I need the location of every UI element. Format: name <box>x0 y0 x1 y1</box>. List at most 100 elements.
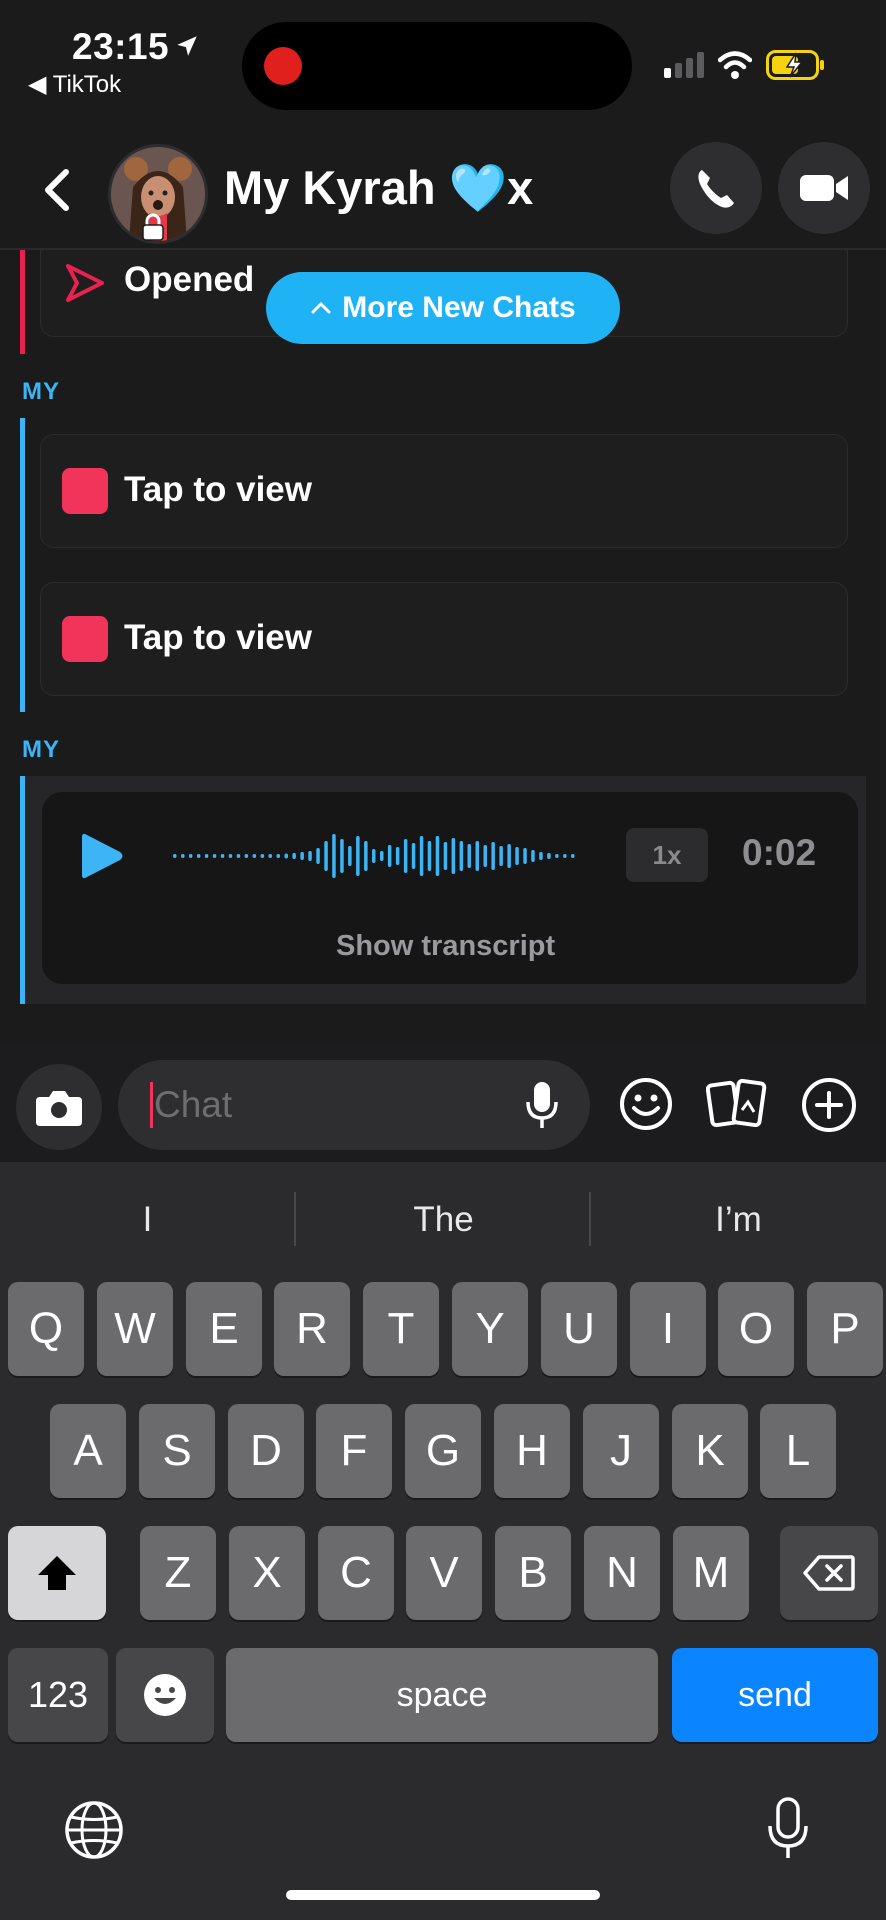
chat-title[interactable]: My Kyrah 🩵x <box>224 160 533 216</box>
key-b[interactable]: B <box>495 1526 571 1620</box>
tap-to-view-label: Tap to view <box>124 470 312 509</box>
waveform-bar <box>403 839 408 873</box>
key-v[interactable]: V <box>406 1526 482 1620</box>
key-j[interactable]: J <box>583 1404 659 1498</box>
key-d[interactable]: D <box>228 1404 304 1498</box>
snap-square-icon <box>62 616 108 662</box>
waveform-bar <box>300 852 304 860</box>
suggestion-3[interactable]: I’m <box>591 1200 886 1240</box>
backspace-icon <box>803 1555 855 1591</box>
key-r[interactable]: R <box>274 1282 350 1376</box>
wifi-icon <box>718 51 752 79</box>
more-new-chats-button[interactable]: More New Chats <box>266 272 620 344</box>
key-x[interactable]: X <box>229 1526 305 1620</box>
waveform-bar <box>475 841 479 871</box>
suggestion-1[interactable]: I <box>0 1200 295 1240</box>
waveform-bar <box>459 841 464 871</box>
key-f[interactable]: F <box>316 1404 392 1498</box>
waveform-bar <box>451 838 456 874</box>
space-key[interactable]: space <box>226 1648 658 1742</box>
waveform-bar <box>228 854 233 858</box>
key-q[interactable]: Q <box>8 1282 84 1376</box>
waveform-bar <box>499 846 503 866</box>
shift-key[interactable] <box>8 1526 106 1620</box>
video-camera-icon <box>800 175 848 201</box>
emoji-key[interactable] <box>116 1648 214 1742</box>
key-z[interactable]: Z <box>140 1526 216 1620</box>
voice-call-button[interactable] <box>670 142 762 234</box>
key-i[interactable]: I <box>630 1282 706 1376</box>
status-time: 23:15 <box>72 26 170 67</box>
key-w[interactable]: W <box>97 1282 173 1376</box>
chevron-up-icon <box>311 301 331 314</box>
my-messages-bar <box>20 418 25 712</box>
key-p[interactable]: P <box>807 1282 883 1376</box>
more-new-chats-label: More New Chats <box>342 291 576 324</box>
waveform-bar <box>491 842 495 870</box>
waveform-bar <box>284 853 288 859</box>
suggestion-2[interactable]: The <box>296 1200 591 1240</box>
opened-arrow-icon <box>66 264 104 302</box>
video-call-button[interactable] <box>778 142 870 234</box>
waveform-bar <box>332 834 336 878</box>
key-u[interactable]: U <box>541 1282 617 1376</box>
emoji-icon <box>144 1674 186 1716</box>
numbers-key[interactable]: 123 <box>8 1648 108 1742</box>
waveform-bar <box>268 854 272 858</box>
waveform-bar <box>188 854 193 858</box>
sender-label: MY <box>22 736 60 763</box>
waveform-bar <box>515 847 519 865</box>
waveform-bar <box>483 845 487 867</box>
waveform-bar <box>292 853 296 859</box>
chat-placeholder: Chat <box>154 1084 233 1125</box>
waveform-bar <box>356 836 360 876</box>
stickers-cards-icon[interactable] <box>706 1076 768 1132</box>
playback-speed-button[interactable]: 1x <box>626 828 708 882</box>
play-icon[interactable] <box>76 832 126 880</box>
waveform-bar <box>547 853 551 859</box>
dictation-microphone-icon[interactable] <box>766 1796 810 1862</box>
waveform-bar <box>507 844 511 868</box>
waveform-bar <box>340 839 344 873</box>
waveform-bar <box>531 850 535 862</box>
send-key[interactable]: send <box>672 1648 878 1742</box>
key-e[interactable]: E <box>186 1282 262 1376</box>
globe-icon[interactable] <box>64 1800 124 1860</box>
key-g[interactable]: G <box>405 1404 481 1498</box>
back-to-app-link[interactable]: ◀ TikTok <box>28 70 121 99</box>
key-m[interactable]: M <box>673 1526 749 1620</box>
show-transcript-button[interactable]: Show transcript <box>336 930 555 963</box>
waveform-bar <box>387 845 392 867</box>
waveform-bar <box>372 849 376 863</box>
key-t[interactable]: T <box>363 1282 439 1376</box>
waveform-bar <box>236 854 241 858</box>
waveform-bar <box>324 841 328 871</box>
waveform-bar <box>260 854 265 858</box>
cellular-signal-icon <box>664 52 704 78</box>
key-s[interactable]: S <box>139 1404 215 1498</box>
smiley-icon[interactable] <box>618 1076 674 1132</box>
key-c[interactable]: C <box>318 1526 394 1620</box>
key-k[interactable]: K <box>672 1404 748 1498</box>
waveform-bar <box>204 854 209 858</box>
waveform-bar <box>571 854 575 858</box>
waveform-bar <box>419 836 424 876</box>
sent-message-bar <box>20 250 25 354</box>
key-a[interactable]: A <box>50 1404 126 1498</box>
key-n[interactable]: N <box>584 1526 660 1620</box>
key-y[interactable]: Y <box>452 1282 528 1376</box>
back-chevron-icon[interactable] <box>38 166 74 214</box>
sender-label: MY <box>22 378 60 405</box>
plus-circle-icon[interactable] <box>800 1076 858 1134</box>
phone-icon <box>698 170 734 208</box>
microphone-icon[interactable] <box>524 1080 560 1130</box>
waveform-bar <box>523 848 527 864</box>
key-l[interactable]: L <box>760 1404 836 1498</box>
backspace-key[interactable] <box>780 1526 878 1620</box>
key-h[interactable]: H <box>494 1404 570 1498</box>
camera-button[interactable] <box>16 1064 102 1150</box>
waveform-bar <box>252 854 257 858</box>
key-o[interactable]: O <box>718 1282 794 1376</box>
audio-waveform[interactable] <box>172 826 578 886</box>
waveform-bar <box>212 854 217 858</box>
